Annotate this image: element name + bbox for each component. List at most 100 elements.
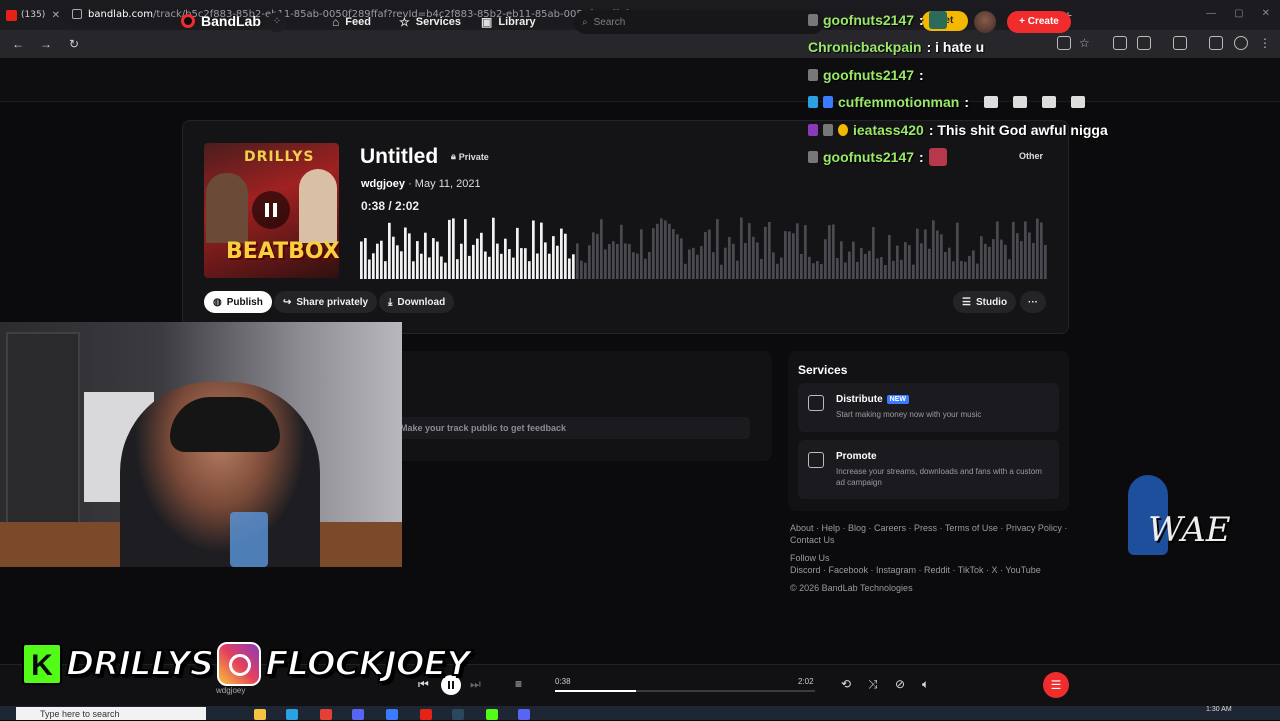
waveform-bar	[768, 222, 771, 279]
forward-icon[interactable]: →	[36, 37, 56, 51]
site-info-icon[interactable]	[72, 9, 82, 19]
volume-icon[interactable]: 🔈︎	[922, 677, 929, 692]
waveform-bar	[620, 224, 623, 279]
studio-button[interactable]: ☰ Studio	[953, 291, 1017, 313]
waveform-bar	[368, 259, 371, 279]
list-icon: ☰	[962, 296, 971, 308]
no-autoplay-icon[interactable]: ⊘	[895, 677, 905, 691]
apps-grid-icon[interactable]: ⁘	[267, 12, 287, 32]
waveform-bar	[488, 256, 491, 279]
app-icon[interactable]	[486, 709, 498, 720]
nav-library[interactable]: ▣ Library	[481, 15, 536, 29]
waveform-bar	[632, 252, 635, 279]
file-explorer-icon[interactable]	[254, 709, 266, 720]
footer-links[interactable]: About · Help · Blog · Careers · Press · …	[790, 522, 1080, 546]
waveform-bar	[504, 238, 507, 279]
service-description: Start making money now with your music	[836, 410, 982, 419]
app-icon[interactable]	[518, 709, 530, 720]
waveform[interactable]	[360, 215, 1048, 279]
browser-menu-icon[interactable]: ⋮	[1259, 36, 1273, 50]
sidebar-icon[interactable]	[1173, 36, 1187, 50]
waveform-bar	[924, 229, 927, 279]
waveform-bar	[372, 253, 375, 279]
waveform-bar	[688, 249, 691, 279]
reload-icon[interactable]: ↻	[64, 37, 84, 51]
shuffle-icon[interactable]: ⤨	[868, 677, 878, 692]
waveform-bar	[1032, 243, 1035, 279]
waveform-bar	[536, 253, 539, 279]
browser-tab[interactable]: (135) ✕	[0, 0, 66, 30]
window-controls[interactable]: — ▢ ✕	[1206, 8, 1270, 19]
chat-text: :	[919, 149, 924, 166]
track-date: May 11, 2021	[414, 178, 481, 190]
nav-services-label: Services	[415, 16, 462, 28]
waveform-bar	[880, 257, 883, 279]
discord-icon[interactable]	[352, 709, 364, 720]
tab-close-icon[interactable]: ✕	[52, 10, 60, 21]
chrome-icon[interactable]	[320, 709, 332, 720]
bandlab-logo[interactable]: BandLab	[181, 13, 261, 29]
download-button[interactable]: ⤓ Download	[379, 291, 455, 313]
steam-icon[interactable]	[452, 709, 464, 720]
repeat-icon[interactable]: ⟲	[841, 677, 851, 691]
progress-bar[interactable]	[555, 690, 815, 692]
queue-icon[interactable]: ≡	[515, 677, 522, 691]
app-icon[interactable]	[386, 709, 398, 720]
home-icon: ⌂	[332, 15, 340, 29]
studio-label: Studio	[975, 296, 1008, 308]
nav-feed[interactable]: ⌂ Feed	[332, 15, 371, 29]
waveform-bar	[460, 243, 463, 279]
obs-icon[interactable]	[420, 709, 432, 720]
waveform-bar	[900, 259, 903, 279]
site-footer: About · Help · Blog · Careers · Press · …	[790, 522, 1080, 594]
stream-banner: K DRILLYS FLOCKJOEY	[22, 640, 471, 688]
edge-icon[interactable]	[286, 709, 298, 720]
share-privately-button[interactable]: ↪ Share privately	[274, 291, 378, 313]
nav-services[interactable]: ☆ Services	[399, 15, 461, 29]
waveform-bar	[856, 261, 859, 279]
waveform-bar	[588, 245, 591, 279]
publish-button[interactable]: ◍ Publish	[204, 291, 272, 313]
badge-icon	[823, 96, 833, 109]
next-icon[interactable]: ⏭	[470, 677, 481, 692]
download-label: Download	[397, 296, 446, 308]
waveform-bar	[1000, 239, 1003, 279]
waveform-bar	[500, 253, 503, 279]
waveform-bar	[716, 219, 719, 279]
service-distribute[interactable]: Distribute NEW Start making money now wit…	[798, 383, 1059, 432]
waveform-bar	[772, 252, 775, 279]
badge-icon	[808, 151, 818, 164]
instagram-logo-icon	[217, 642, 262, 686]
search-input[interactable]: ⌕ Search	[574, 10, 824, 34]
nav-feed-label: Feed	[345, 16, 371, 28]
waveform-bar	[672, 229, 675, 279]
player-current-time: 0:38	[555, 677, 571, 686]
service-promote[interactable]: Promote Increase your streams, downloads…	[798, 440, 1059, 499]
webcam-cup	[230, 512, 268, 567]
waveform-bar	[852, 241, 855, 279]
cover-figure-left	[206, 173, 248, 243]
waveform-bar	[684, 263, 687, 279]
waveform-bar	[964, 261, 967, 279]
taskbar-search-input[interactable]: Type here to search	[16, 707, 206, 720]
waveform-bar	[952, 261, 955, 279]
artist-link[interactable]: wdgjoey	[361, 178, 405, 190]
waveform-bar	[676, 234, 679, 279]
waveform-bar	[404, 227, 407, 279]
back-icon[interactable]: ←	[8, 37, 28, 51]
waveform-bar	[472, 244, 475, 279]
pause-button[interactable]	[252, 191, 290, 229]
waveform-bar	[920, 243, 923, 279]
profile-icon[interactable]	[1234, 36, 1248, 50]
player-menu-button[interactable]: ☰	[1043, 672, 1069, 698]
more-options-button[interactable]: ···	[1020, 291, 1046, 313]
waveform-bar	[468, 255, 471, 279]
chat-message: cuffemmotionman:	[808, 89, 1148, 117]
waveform-bar	[800, 254, 803, 279]
download-tray-icon[interactable]	[1209, 36, 1223, 50]
privacy-label: Private	[458, 151, 489, 162]
footer-social-links[interactable]: Discord · Facebook · Instagram · Reddit …	[790, 564, 1080, 576]
kick-logo-icon: K	[22, 643, 62, 685]
mute-emote-icon	[1071, 96, 1086, 109]
waveform-bar	[664, 220, 667, 279]
